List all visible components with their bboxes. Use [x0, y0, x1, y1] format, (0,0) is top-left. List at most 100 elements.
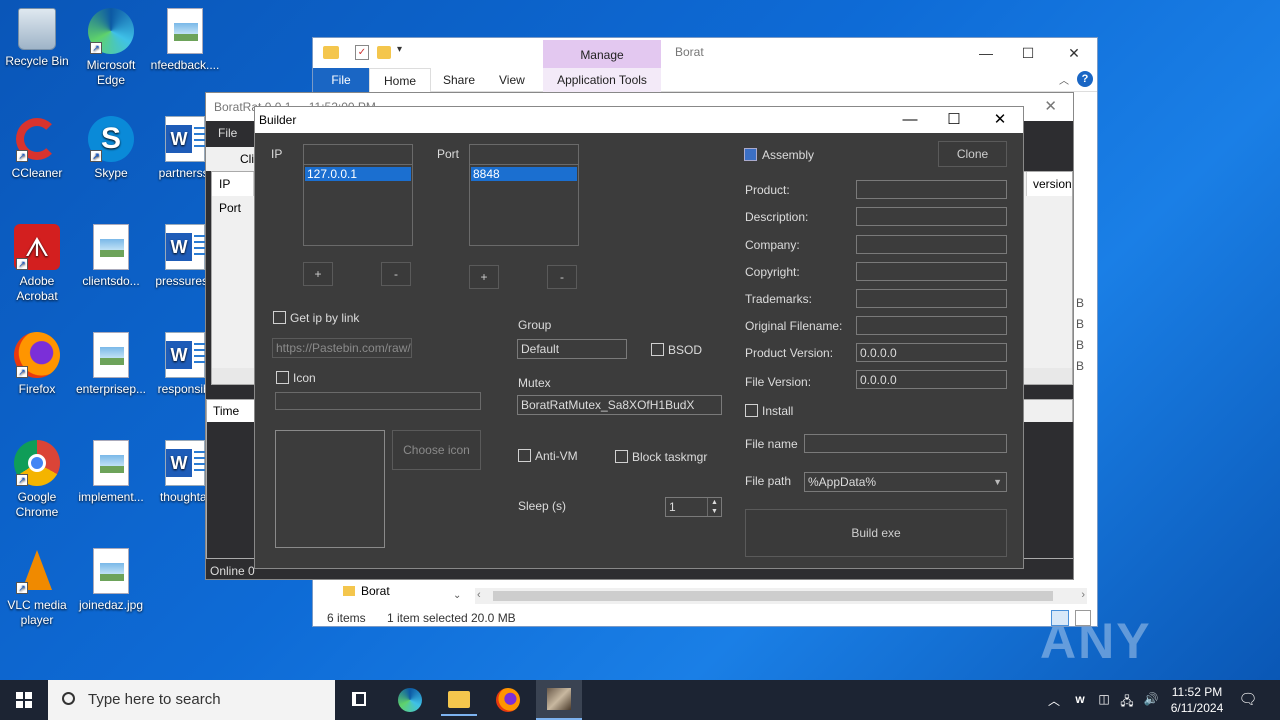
product-input[interactable] — [856, 180, 1007, 199]
horizontal-scrollbar[interactable]: ‹ › — [475, 588, 1087, 604]
help-icon[interactable]: ? — [1077, 71, 1093, 87]
firefox-taskbar-icon[interactable] — [490, 684, 526, 716]
ip-list[interactable]: 127.0.0.1 — [303, 144, 413, 246]
col-time[interactable]: Time — [207, 400, 257, 422]
file-name-input[interactable] — [804, 434, 1007, 453]
col-version[interactable]: version — [1026, 172, 1072, 196]
new-folder-icon[interactable] — [377, 46, 391, 59]
icon-checkbox[interactable] — [276, 371, 289, 384]
tab-share[interactable]: Share — [429, 68, 489, 92]
company-input[interactable] — [856, 235, 1007, 254]
desktop-icon-acrobat[interactable]: ᗑ ↗ Adobe Acrobat — [0, 224, 74, 304]
build-exe-button[interactable]: Build exe — [745, 509, 1007, 557]
maximize-button[interactable]: ☐ — [1005, 38, 1051, 68]
menu-file[interactable]: File — [218, 126, 237, 140]
task-view-icon[interactable] — [342, 684, 378, 716]
tray-app-icon[interactable]: w — [1072, 692, 1088, 706]
network-icon[interactable]: 🖧 — [1118, 692, 1136, 713]
desktop-icon-implement[interactable]: implement... — [74, 440, 148, 505]
block-taskmgr-checkbox[interactable] — [615, 450, 628, 463]
choose-icon-button[interactable]: Choose icon — [392, 430, 481, 470]
desktop-icon-skype[interactable]: S ↗ Skype — [74, 116, 148, 181]
ribbon-collapse-icon[interactable]: ︿ — [1059, 72, 1069, 87]
clone-button[interactable]: Clone — [938, 141, 1007, 167]
close-button[interactable]: ✕ — [1051, 38, 1097, 68]
group-input[interactable]: Default — [517, 339, 627, 359]
ip-list-item[interactable]: 127.0.0.1 — [305, 167, 411, 181]
description-input[interactable] — [856, 207, 1007, 226]
desktop-icon-clientsdo[interactable]: clientsdo... — [74, 224, 148, 289]
bsod-label: BSOD — [668, 343, 703, 357]
product-version-input[interactable]: 0.0.0.0 — [856, 343, 1007, 362]
get-ip-by-link-checkbox[interactable] — [273, 311, 286, 324]
tray-security-icon[interactable]: ◫ — [1096, 692, 1112, 706]
notifications-icon[interactable]: 🗨 — [1238, 690, 1258, 708]
close-button[interactable]: ✕ — [977, 107, 1023, 133]
icon-label: Icon — [293, 371, 316, 385]
file-explorer-taskbar-icon[interactable] — [441, 684, 477, 716]
sleep-label: Sleep (s) — [518, 499, 567, 513]
desktop-icon-recycle-bin[interactable]: Recycle Bin — [0, 8, 74, 69]
tray-overflow-icon[interactable]: ︿ — [1046, 692, 1062, 709]
install-checkbox[interactable] — [745, 404, 758, 417]
start-button[interactable] — [0, 680, 48, 720]
tab-application-tools[interactable]: Application Tools — [543, 68, 661, 92]
icon-path-input[interactable] — [275, 392, 481, 410]
desktop-icon-enterprisep[interactable]: enterprisep... — [74, 332, 148, 397]
volume-icon[interactable]: 🔊 — [1142, 692, 1160, 706]
file-version-input[interactable]: 0.0.0.0 — [856, 370, 1007, 389]
trademarks-input[interactable] — [856, 289, 1007, 308]
desktop-icon-vlc[interactable]: ↗ VLC media player — [0, 548, 74, 628]
desktop-icon-firefox[interactable]: ↗ Firefox — [0, 332, 74, 397]
ip-input[interactable] — [304, 145, 412, 165]
properties-icon[interactable]: ✓ — [355, 45, 369, 60]
maximize-button[interactable]: ☐ — [931, 107, 977, 133]
clock[interactable]: 11:52 PM 6/11/2024 — [1162, 684, 1232, 716]
stepper-arrows-icon[interactable]: ▲ ▼ — [707, 498, 721, 516]
col-ip-port[interactable]: IP Port — [212, 172, 254, 215]
image-file-icon — [167, 8, 203, 54]
minimize-button[interactable]: — — [887, 107, 933, 133]
chrome-icon: ↗ — [14, 440, 60, 486]
taskbar-search-input[interactable]: Type here to search — [48, 680, 335, 720]
qat-dropdown-icon[interactable]: ▾ — [397, 44, 402, 55]
add-port-button[interactable]: + — [469, 265, 499, 289]
nav-scroll-down[interactable]: ⌄ — [453, 590, 461, 601]
remove-port-button[interactable]: - — [547, 265, 577, 289]
boratrat-taskbar-icon[interactable] — [536, 680, 582, 720]
original-filename-input[interactable] — [856, 316, 1007, 335]
anti-vm-checkbox[interactable] — [518, 449, 531, 462]
clock-date: 6/11/2024 — [1170, 701, 1224, 715]
desktop-icon-chrome[interactable]: ↗ Google Chrome — [0, 440, 74, 520]
copyright-input[interactable] — [856, 262, 1007, 281]
builder-title: Builder — [259, 113, 297, 127]
tab-file[interactable]: File — [313, 68, 369, 92]
pastebin-input[interactable]: https://Pastebin.com/raw/fe — [272, 338, 412, 358]
mutex-input[interactable]: BoratRatMutex_Sa8XOfH1BudX — [517, 395, 722, 415]
desktop-icon-edge[interactable]: ↗ Microsoft Edge — [74, 8, 148, 88]
assembly-checkbox[interactable] — [744, 148, 757, 161]
close-icon[interactable]: ✕ — [1044, 93, 1057, 121]
desktop-icon-joinedaz[interactable]: joinedaz.jpg — [74, 548, 148, 613]
edge-taskbar-icon[interactable] — [392, 684, 428, 716]
large-icons-view-icon[interactable] — [1075, 610, 1091, 626]
desktop-icon-nfeedback[interactable]: nfeedback.... — [148, 8, 222, 73]
product-version-label: Product Version: — [745, 346, 834, 360]
status-item-count: 6 items — [327, 611, 366, 625]
tab-view[interactable]: View — [485, 68, 539, 92]
tab-home[interactable]: Home — [369, 68, 432, 92]
details-view-icon[interactable] — [1051, 610, 1069, 626]
port-list-item[interactable]: 8848 — [471, 167, 577, 181]
minimize-button[interactable]: — — [963, 38, 1009, 68]
bsod-checkbox[interactable] — [651, 343, 664, 356]
company-label: Company: — [745, 238, 800, 252]
desktop-icon-ccleaner[interactable]: ↗ CCleaner — [0, 116, 74, 181]
remove-ip-button[interactable]: - — [381, 262, 411, 286]
port-list[interactable]: 8848 — [469, 144, 579, 246]
word-doc-icon: W — [165, 116, 208, 162]
add-ip-button[interactable]: + — [303, 262, 333, 286]
sleep-stepper[interactable]: 1 ▲ ▼ — [665, 497, 722, 517]
nav-pane-item[interactable]: Borat — [343, 582, 463, 600]
port-input[interactable] — [470, 145, 578, 165]
file-path-select[interactable]: %AppData% ▼ — [804, 472, 1007, 492]
